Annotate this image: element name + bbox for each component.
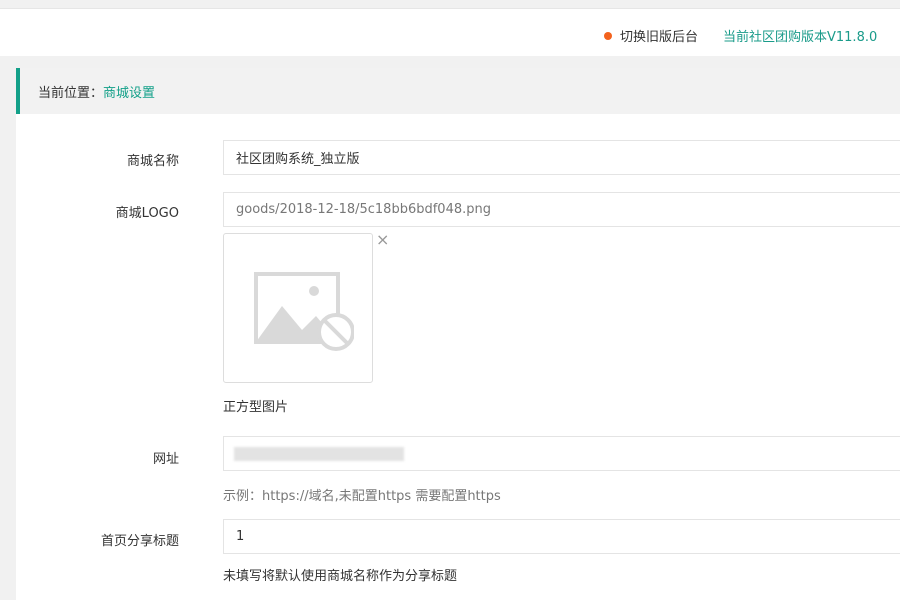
broken-image-icon	[254, 272, 354, 351]
shop-logo-label: 商城LOGO	[115, 206, 179, 221]
site-url-hint: 示例：https://域名,未配置https 需要配置https	[223, 489, 501, 504]
share-title-input[interactable]: 1	[223, 519, 900, 554]
shop-logo-input[interactable]: goods/2018-12-18/5c18bb6bdf048.png	[223, 192, 900, 227]
site-url-input[interactable]	[223, 436, 900, 471]
remove-logo-close-icon[interactable]: ×	[376, 232, 389, 248]
breadcrumb: 当前位置： 商城设置	[16, 68, 900, 114]
share-title-hint: 未填写将默认使用商城名称作为分享标题	[223, 569, 458, 584]
shop-name-input[interactable]: 社区团购系统_独立版	[223, 140, 900, 175]
site-url-label: 网址	[152, 452, 179, 467]
switch-old-admin-link[interactable]: 切换旧版后台	[604, 26, 698, 45]
version-link[interactable]: 当前社区团购版本V11.8.0	[723, 26, 877, 45]
main-panel: 当前位置： 商城设置 商城名称 社区团购系统_独立版 商城LOGO goods/…	[16, 68, 900, 600]
logo-hint: 正方型图片	[223, 400, 289, 415]
share-title-label: 首页分享标题	[100, 534, 179, 549]
breadcrumb-prefix: 当前位置：	[38, 85, 104, 101]
top-bar: 切换旧版后台 当前社区团购版本V11.8.0	[0, 8, 900, 56]
breadcrumb-current[interactable]: 商城设置	[103, 82, 155, 101]
status-dot-icon	[604, 31, 612, 40]
switch-old-admin-label: 切换旧版后台	[620, 30, 699, 45]
logo-preview[interactable]	[223, 233, 373, 383]
shop-name-label: 商城名称	[126, 154, 179, 169]
blurred-url-text	[234, 447, 404, 461]
